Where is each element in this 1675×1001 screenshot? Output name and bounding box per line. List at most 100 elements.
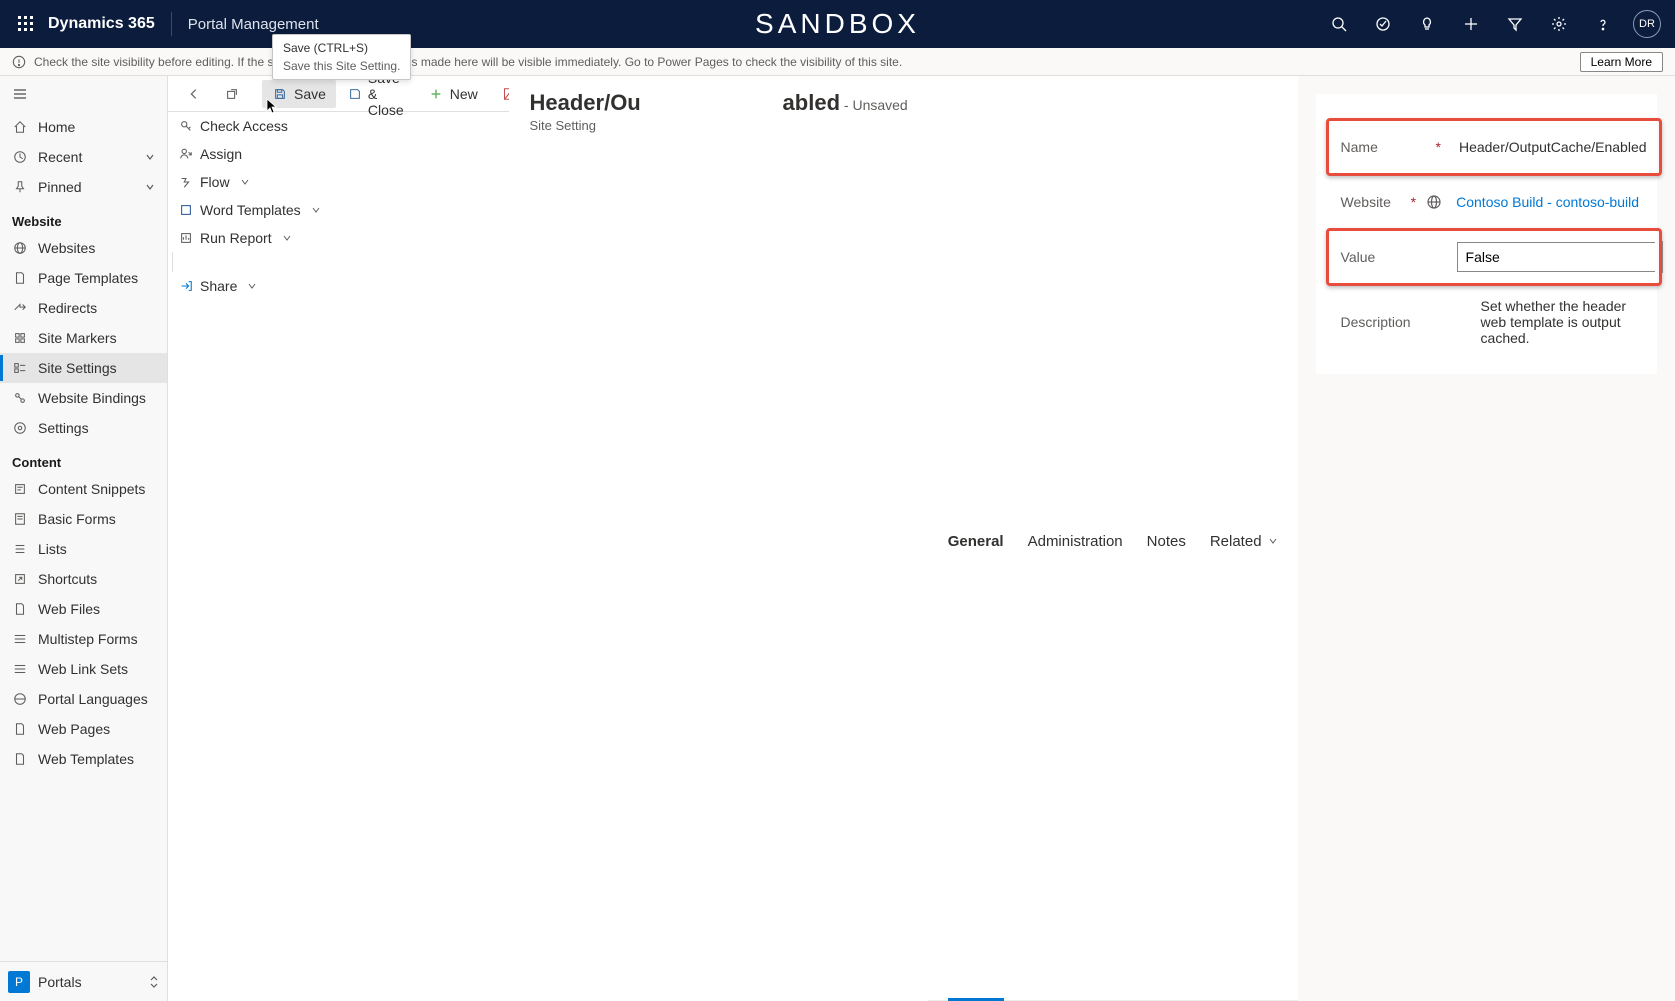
gear-icon[interactable]	[1539, 4, 1579, 44]
marker-icon	[12, 330, 28, 346]
sidebar-item-web-templates[interactable]: Web Templates	[0, 744, 167, 774]
run-report-button[interactable]: Run Report	[168, 224, 509, 252]
sidebar-item-settings[interactable]: Settings	[0, 413, 167, 443]
search-icon[interactable]	[1319, 4, 1359, 44]
lightbulb-icon[interactable]	[1407, 4, 1447, 44]
sidebar-item-site-markers[interactable]: Site Markers	[0, 323, 167, 353]
highlight-value-row: Value	[1326, 228, 1662, 286]
sidebar-item-websites[interactable]: Websites	[0, 233, 167, 263]
main-content: Save Save & Close New Deactivate Delete …	[168, 76, 509, 1001]
name-value[interactable]: Header/OutputCache/Enabled	[1451, 133, 1655, 161]
key-icon	[178, 118, 194, 134]
share-icon	[178, 278, 194, 294]
sidebar-item-web-files[interactable]: Web Files	[0, 594, 167, 624]
sidebar-item-web-pages[interactable]: Web Pages	[0, 714, 167, 744]
sidebar-item-label: Content Snippets	[38, 481, 145, 497]
sidebar-item-label: Home	[38, 119, 75, 135]
sidebar-item-web-link-sets[interactable]: Web Link Sets	[0, 654, 167, 684]
help-icon[interactable]	[1583, 4, 1623, 44]
user-avatar[interactable]: DR	[1627, 4, 1667, 44]
sidebar-item-multistep-forms[interactable]: Multistep Forms	[0, 624, 167, 654]
assistant-icon[interactable]	[1363, 4, 1403, 44]
value-input[interactable]	[1457, 242, 1655, 272]
snippet-icon	[12, 481, 28, 497]
cmd-label: Run Report	[200, 230, 272, 246]
sidebar-item-lists[interactable]: Lists	[0, 534, 167, 564]
brand-separator	[171, 12, 172, 36]
filter-icon[interactable]	[1495, 4, 1535, 44]
deactivate-icon	[500, 86, 510, 102]
new-button[interactable]: New	[418, 80, 488, 108]
app-launcher-icon[interactable]	[8, 6, 44, 42]
form-icon	[12, 511, 28, 527]
sidebar-item-home[interactable]: Home	[0, 112, 167, 142]
sidebar-item-label: Site Settings	[38, 360, 117, 376]
updown-icon	[149, 975, 159, 989]
save-close-button[interactable]: Save & Close	[338, 76, 416, 124]
pin-icon	[12, 179, 28, 195]
sidebar-item-label: Web Files	[38, 601, 100, 617]
word-templates-button[interactable]: Word Templates	[168, 196, 509, 224]
sidebar-item-label: Redirects	[38, 300, 97, 316]
link-set-icon	[12, 661, 28, 677]
sidebar-item-page-templates[interactable]: Page Templates	[0, 263, 167, 293]
chevron-down-icon	[145, 182, 155, 192]
globe-icon	[12, 240, 28, 256]
sidebar-item-website-bindings[interactable]: Website Bindings	[0, 383, 167, 413]
website-lookup-value[interactable]: Contoso Build - contoso-build	[1448, 188, 1647, 216]
sidebar-item-label: Shortcuts	[38, 571, 97, 587]
name-label: Name	[1341, 139, 1378, 155]
share-button[interactable]: Share	[168, 272, 509, 300]
page-unsaved-badge: - Unsaved	[844, 97, 908, 113]
flow-button[interactable]: Flow	[168, 168, 509, 196]
add-icon[interactable]	[1451, 4, 1491, 44]
notice-text: Check the site visibility before editing…	[34, 55, 902, 69]
assign-button[interactable]: Assign	[168, 140, 509, 168]
area-badge: P	[8, 971, 30, 993]
sidebar-item-shortcuts[interactable]: Shortcuts	[0, 564, 167, 594]
description-value[interactable]: Set whether the header web template is o…	[1473, 292, 1647, 352]
cmd-label: Flow	[200, 174, 230, 190]
area-label: Portals	[38, 974, 82, 990]
tab-related[interactable]: Related	[1210, 86, 1278, 1000]
cmd-label: New	[450, 86, 478, 102]
list-icon	[12, 541, 28, 557]
visibility-notice-bar: Check the site visibility before editing…	[0, 48, 1675, 76]
sidebar-item-label: Page Templates	[38, 270, 138, 286]
chevron-down-icon	[247, 281, 257, 291]
required-indicator: *	[1411, 194, 1416, 210]
sidebar-item-label: Pinned	[38, 179, 82, 195]
sidebar-item-content-snippets[interactable]: Content Snippets	[0, 474, 167, 504]
sidebar-item-portal-languages[interactable]: Portal Languages	[0, 684, 167, 714]
app-name-label[interactable]: Portal Management	[188, 16, 319, 33]
command-bar: Save Save & Close New Deactivate Delete …	[168, 76, 509, 112]
tab-administration[interactable]: Administration	[1028, 86, 1123, 1000]
shortcut-icon	[12, 571, 28, 587]
cmd-label: Save	[294, 86, 326, 102]
sidebar-area-switcher[interactable]: P Portals	[0, 961, 167, 1001]
tab-general[interactable]: General	[948, 86, 1004, 1000]
open-new-window-button[interactable]	[214, 80, 250, 108]
learn-more-button[interactable]: Learn More	[1580, 52, 1663, 72]
save-tooltip: Save (CTRL+S) Save this Site Setting.	[272, 76, 411, 80]
redirect-icon	[12, 300, 28, 316]
assign-icon	[178, 146, 194, 162]
back-button[interactable]	[176, 80, 212, 108]
tab-notes[interactable]: Notes	[1147, 86, 1186, 1000]
highlight-name-row: Name* Header/OutputCache/Enabled	[1326, 118, 1662, 176]
value-label: Value	[1341, 249, 1376, 265]
sidebar-item-site-settings[interactable]: Site Settings	[0, 353, 167, 383]
sidebar-item-label: Multistep Forms	[38, 631, 138, 647]
sidebar-item-basic-forms[interactable]: Basic Forms	[0, 504, 167, 534]
sidebar-item-redirects[interactable]: Redirects	[0, 293, 167, 323]
cmd-label: Save & Close	[368, 76, 406, 118]
cmd-label: Check Access	[200, 118, 288, 134]
sidebar-item-recent[interactable]: Recent	[0, 142, 167, 172]
save-button[interactable]: Save	[262, 80, 336, 108]
sidebar-item-pinned[interactable]: Pinned	[0, 172, 167, 202]
sidebar-item-label: Settings	[38, 420, 89, 436]
popout-icon	[224, 86, 240, 102]
deactivate-button[interactable]: Deactivate	[490, 80, 510, 108]
sidebar-collapse-button[interactable]	[0, 76, 167, 112]
brand-label[interactable]: Dynamics 365	[48, 15, 155, 33]
